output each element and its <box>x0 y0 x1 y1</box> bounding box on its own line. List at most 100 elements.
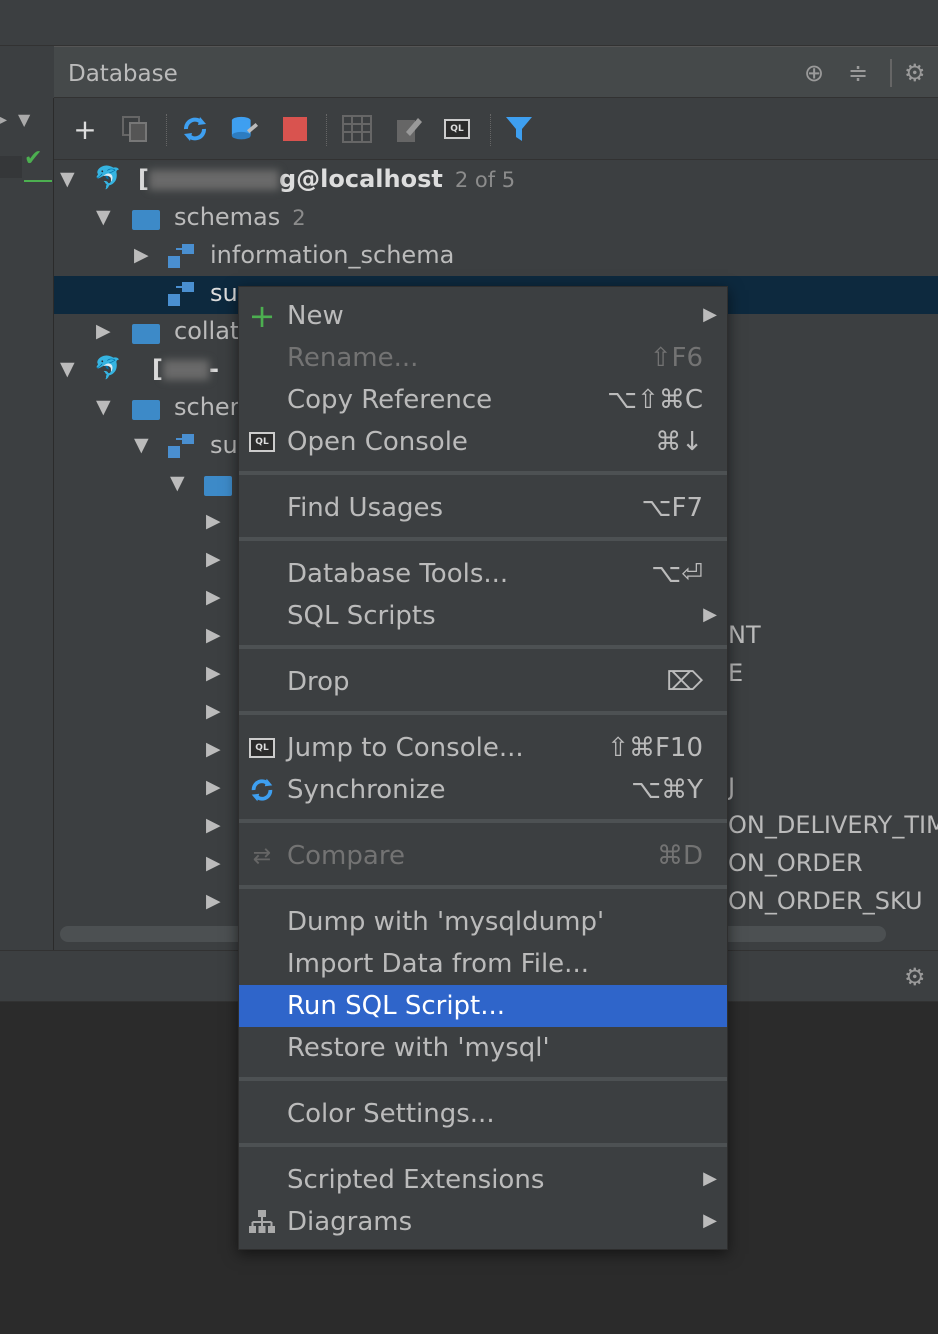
shortcut: ⌥⌘Y <box>631 775 703 805</box>
table-name-suffix: J <box>728 773 736 801</box>
menu-item-scripted-extensions[interactable]: Scripted Extensions ▶ <box>239 1159 727 1201</box>
connection-count: 2 of 5 <box>454 168 516 192</box>
add-icon[interactable]: + <box>70 113 100 146</box>
menu-item-color-settings[interactable]: Color Settings... <box>239 1093 727 1135</box>
expand-triangle-icon[interactable]: ▶ <box>206 700 221 722</box>
expand-triangle-icon[interactable]: ▶ <box>96 320 111 342</box>
database-properties-icon[interactable] <box>230 114 260 144</box>
menu-item-database-tools[interactable]: Database Tools... ⌥⏎ <box>239 553 727 595</box>
collations-label: collat <box>174 317 240 345</box>
connection-name: g@localhost <box>278 165 443 193</box>
menu-item-drop[interactable]: Drop ⌦ <box>239 661 727 703</box>
collapse-icon[interactable]: ≑ <box>848 59 868 87</box>
context-menu: + New ▶ Rename... ⇧F6 Copy Reference ⌥⇧⌘… <box>238 286 728 1250</box>
collapse-triangle-icon[interactable]: ▼ <box>170 472 185 494</box>
menu-item-new[interactable]: + New ▶ <box>239 295 727 337</box>
table-name-suffix: ON_ORDER <box>728 849 863 877</box>
toolbar-separator <box>326 114 327 146</box>
schemas-label: scher <box>174 393 240 421</box>
expand-triangle-icon[interactable]: ▶ <box>206 510 221 532</box>
expand-triangle-icon[interactable]: ▶ <box>206 548 221 570</box>
expand-triangle-icon[interactable]: ▶ <box>206 814 221 836</box>
edit-source-icon[interactable] <box>394 114 424 144</box>
menu-item-copy-reference[interactable]: Copy Reference ⌥⇧⌘C <box>239 379 727 421</box>
submenu-arrow-icon: ▶ <box>703 1210 717 1231</box>
menu-separator <box>239 537 727 541</box>
delete-key-icon: ⌦ <box>666 667 703 697</box>
tree-row-schemas[interactable]: ▼ schemas 2 <box>54 200 938 238</box>
collapse-triangle-icon[interactable]: ▼ <box>96 396 111 418</box>
expand-triangle-icon[interactable]: ▶ <box>206 662 221 684</box>
table-icon[interactable] <box>342 114 372 144</box>
expand-triangle-icon[interactable]: ▶ <box>206 586 221 608</box>
expand-triangle-icon[interactable]: ▶ <box>134 244 149 266</box>
expand-triangle-icon[interactable]: ▶ <box>206 776 221 798</box>
menu-item-rename[interactable]: Rename... ⇧F6 <box>239 337 727 379</box>
shortcut: ⌥⇧⌘C <box>607 385 703 415</box>
menu-item-jump-to-console[interactable]: QL Jump to Console... ⇧⌘F10 <box>239 727 727 769</box>
gear-icon[interactable]: ⚙ <box>904 59 926 87</box>
sync-icon <box>247 775 277 805</box>
shortcut: ⇧F6 <box>649 343 703 373</box>
gutter-arrow-icon[interactable]: ▸ <box>0 112 7 128</box>
connection-name: - <box>208 355 219 383</box>
collapse-triangle-icon[interactable]: ▼ <box>60 358 75 380</box>
folder-icon <box>132 400 160 420</box>
database-toolbar: + QL <box>54 98 938 160</box>
tree-row-connection[interactable]: ▼ 🐬 [g@localhost 2 of 5 <box>54 162 938 200</box>
plus-icon: + <box>248 297 276 335</box>
duplicate-icon[interactable] <box>120 114 150 144</box>
expand-triangle-icon[interactable]: ▶ <box>206 852 221 874</box>
schema-label: su <box>210 431 238 459</box>
menu-separator <box>239 471 727 475</box>
console-icon[interactable]: QL <box>442 114 472 144</box>
gear-icon[interactable]: ⚙ <box>904 963 926 991</box>
expand-triangle-icon[interactable]: ▶ <box>206 624 221 646</box>
menu-separator <box>239 711 727 715</box>
menu-separator <box>239 1077 727 1081</box>
diagram-icon <box>247 1207 277 1237</box>
filter-icon[interactable] <box>504 114 534 144</box>
schema-icon <box>168 244 196 270</box>
collapse-triangle-icon[interactable]: ▼ <box>60 168 75 190</box>
top-toolbar-strip <box>0 0 938 46</box>
menu-item-compare[interactable]: ⇄ Compare ⌘D <box>239 835 727 877</box>
menu-item-diagrams[interactable]: Diagrams ▶ <box>239 1201 727 1243</box>
folder-icon <box>132 210 160 230</box>
target-icon[interactable]: ⊕ <box>804 59 824 87</box>
menu-item-open-console[interactable]: QL Open Console ⌘↓ <box>239 421 727 463</box>
collapse-triangle-icon[interactable]: ▼ <box>134 434 149 456</box>
console-icon: QL <box>247 427 277 457</box>
schema-icon <box>168 282 196 308</box>
table-name-suffix: ON_ORDER_SKU <box>728 887 923 915</box>
menu-item-find-usages[interactable]: Find Usages ⌥F7 <box>239 487 727 529</box>
tree-row-information-schema[interactable]: ▶ information_schema <box>54 238 938 276</box>
stop-icon[interactable] <box>280 114 310 144</box>
check-icon: ✔ <box>24 146 43 171</box>
shortcut: ⌥⏎ <box>651 559 703 589</box>
mysql-dolphin-icon: 🐬 <box>94 166 122 191</box>
menu-item-sql-scripts[interactable]: SQL Scripts ▶ <box>239 595 727 637</box>
menu-item-synchronize[interactable]: Synchronize ⌥⌘Y <box>239 769 727 811</box>
menu-item-run-sql-script[interactable]: Run SQL Script... <box>239 985 727 1027</box>
menu-item-dump[interactable]: Dump with 'mysqldump' <box>239 901 727 943</box>
table-name-suffix: ON_DELIVERY_TIM <box>728 811 938 839</box>
menu-separator <box>239 819 727 823</box>
panel-title: Database <box>68 61 178 87</box>
expand-triangle-icon[interactable]: ▶ <box>206 738 221 760</box>
submenu-arrow-icon: ▶ <box>703 604 717 625</box>
sync-icon[interactable] <box>180 114 210 144</box>
console-icon: QL <box>247 733 277 763</box>
submenu-arrow-icon: ▶ <box>703 304 717 325</box>
expand-triangle-icon[interactable]: ▶ <box>206 890 221 912</box>
schema-label: information_schema <box>210 241 455 269</box>
menu-separator <box>239 645 727 649</box>
table-name-suffix: E <box>728 659 744 687</box>
collapse-triangle-icon[interactable]: ▼ <box>96 206 111 228</box>
gutter-dropdown-icon[interactable]: ▼ <box>18 110 30 129</box>
menu-item-restore[interactable]: Restore with 'mysql' <box>239 1027 727 1069</box>
toolbar-separator <box>490 114 491 146</box>
menu-item-import-data[interactable]: Import Data from File... <box>239 943 727 985</box>
submenu-arrow-icon: ▶ <box>703 1168 717 1189</box>
gutter-tab <box>0 156 22 178</box>
